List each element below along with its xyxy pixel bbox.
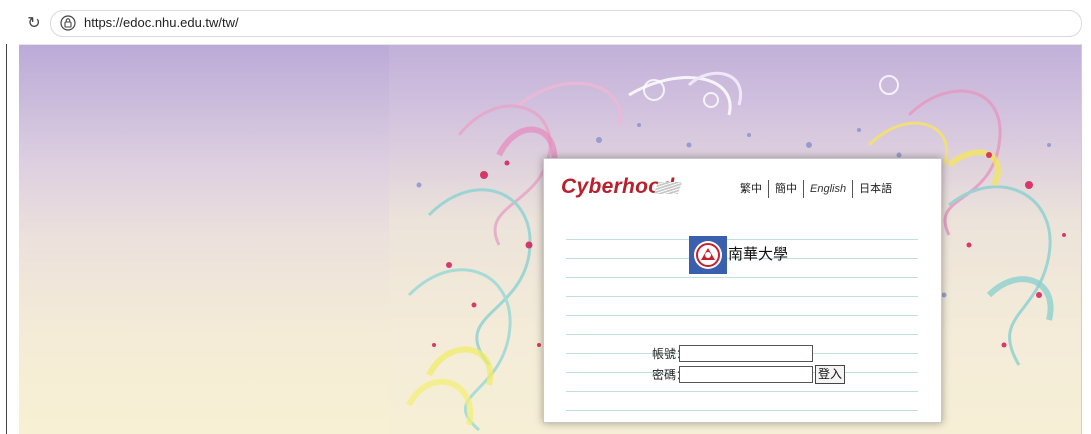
password-input[interactable] (679, 366, 813, 383)
address-bar[interactable]: https://edoc.nhu.edu.tw/tw/ (50, 10, 1082, 37)
page-viewport: Cyberhood 繁中 簡中 English 日本語 南華大學 帳號： 密碼： 登入 (19, 45, 1081, 434)
lang-english[interactable]: English (804, 183, 852, 195)
brand-stripes-icon (653, 182, 683, 194)
window-right-edge (1081, 44, 1091, 434)
lang-traditional-chinese[interactable]: 繁中 (734, 182, 768, 195)
lang-japanese[interactable]: 日本語 (853, 182, 898, 195)
window-border (6, 44, 7, 434)
school-name: 南華大學 (728, 245, 789, 263)
login-button[interactable]: 登入 (815, 365, 845, 384)
lang-simplified-chinese[interactable]: 簡中 (769, 182, 803, 195)
site-info-icon[interactable] (60, 15, 76, 31)
account-input[interactable] (679, 345, 813, 362)
reload-icon[interactable]: ↻ (25, 14, 43, 32)
login-card: Cyberhood 繁中 簡中 English 日本語 南華大學 帳號： 密碼： 登入 (543, 158, 942, 423)
language-switcher: 繁中 簡中 English 日本語 (734, 180, 898, 198)
url-text[interactable]: https://edoc.nhu.edu.tw/tw/ (84, 15, 239, 30)
browser-toolbar: ↻ https://edoc.nhu.edu.tw/tw/ (0, 0, 1091, 45)
background-gradient-panel (19, 45, 389, 434)
university-emblem-icon (689, 236, 727, 274)
window-left-edge (0, 44, 19, 434)
